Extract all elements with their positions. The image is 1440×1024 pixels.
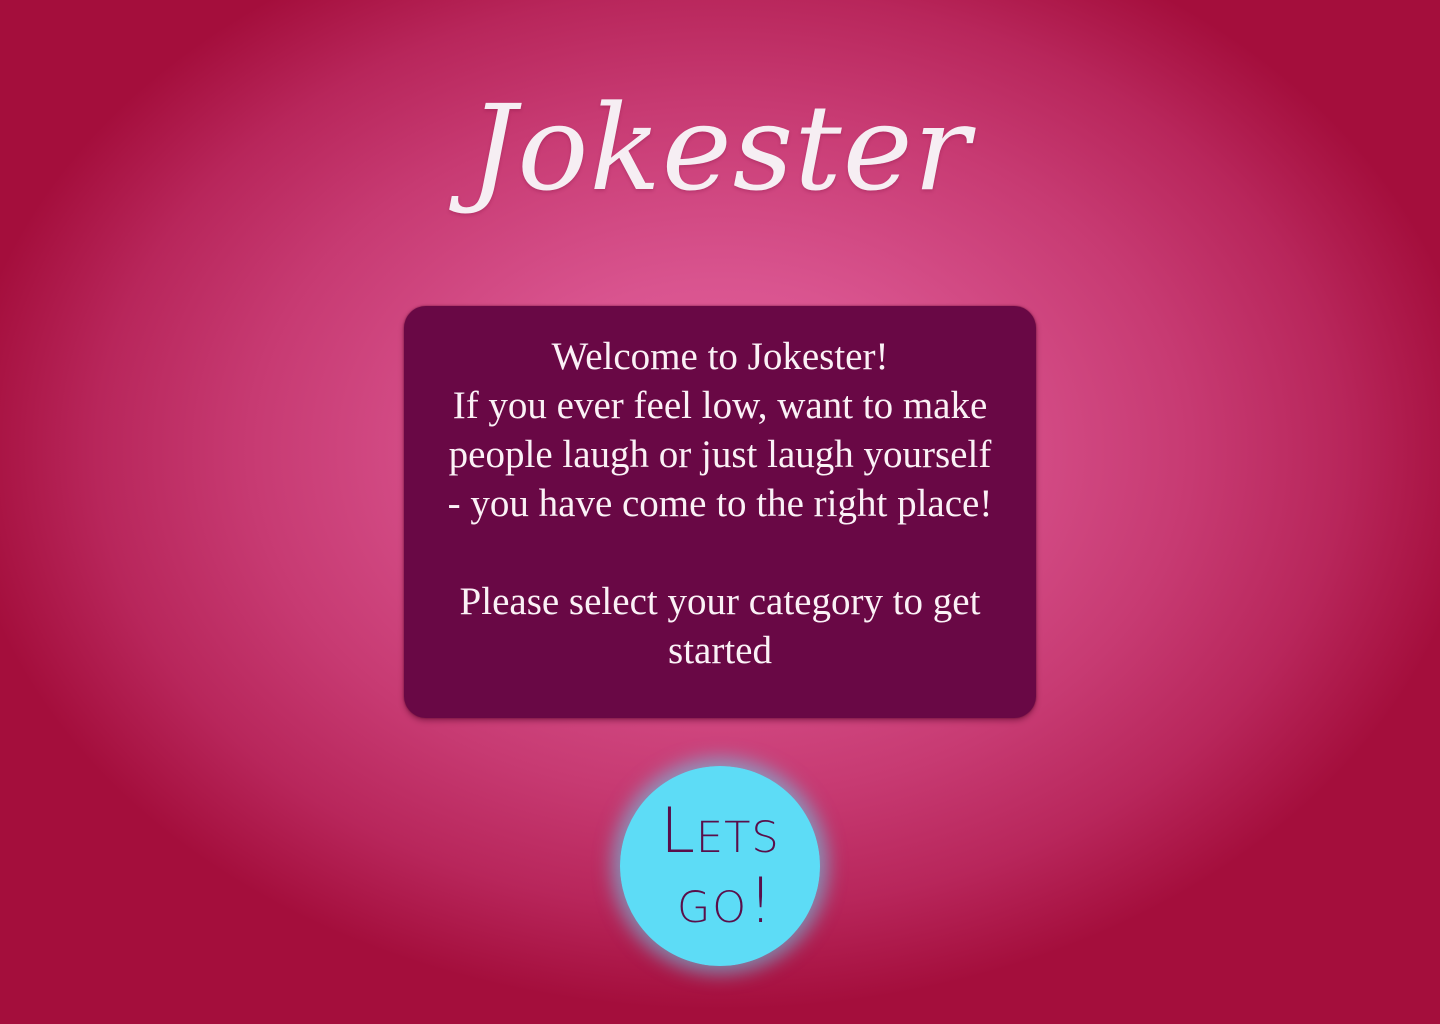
instruction-text-line: Please select your category to get — [459, 580, 981, 623]
welcome-text-line: people laugh or just laugh yourself — [448, 433, 992, 476]
welcome-card: Welcome to Jokester! If you ever feel lo… — [404, 306, 1036, 718]
welcome-heading: Welcome to Jokester! — [551, 335, 889, 378]
welcome-text-line: If you ever feel low, want to make — [452, 384, 988, 427]
lets-go-label-line2: go! — [676, 864, 776, 937]
instruction-text-line: started — [668, 629, 772, 672]
lets-go-label-line1: Lets — [660, 794, 780, 867]
app-logo: Jokester — [469, 79, 971, 217]
welcome-text-line: - you have come to the right place! — [447, 482, 993, 525]
lets-go-button[interactable]: Lets go! — [620, 766, 820, 966]
